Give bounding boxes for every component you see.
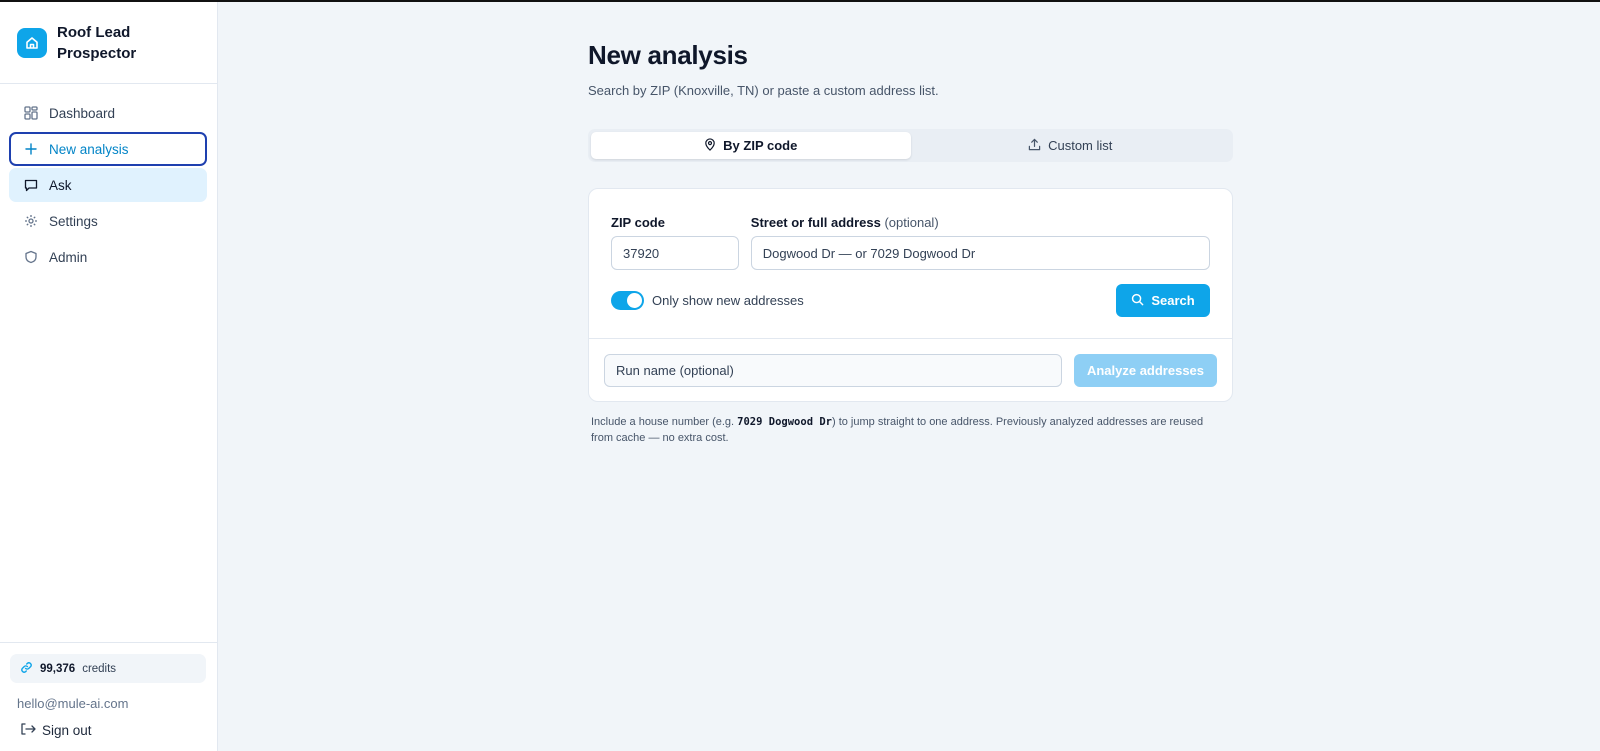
gear-icon [23,213,39,229]
search-button[interactable]: Search [1116,284,1210,317]
map-pin-icon [704,137,716,154]
sidebar-nav: Dashboard New analysis Ask Settings Admi… [0,84,217,274]
sidebar-item-admin[interactable]: Admin [9,240,207,274]
credits-label: credits [82,662,117,675]
run-row: Run name (optional) Analyze addresses [589,339,1232,401]
sidebar-item-settings[interactable]: Settings [9,204,207,238]
search-button-label: Search [1151,293,1195,308]
search-icon [1131,293,1144,309]
plus-icon [23,141,39,157]
toggle-knob [627,293,642,308]
sidebar-item-label: Settings [49,213,98,229]
address-label: Street or full address (optional) [751,215,1210,230]
sidebar-item-new-analysis[interactable]: New analysis [9,132,207,166]
page-title: New analysis [588,40,748,70]
zip-input[interactable]: 37920 [611,236,739,270]
address-input[interactable]: Dogwood Dr — or 7029 Dogwood Dr [750,236,1210,270]
search-form: ZIP code 37920 Street or full address (o… [589,189,1232,339]
help-text: Include a house number (e.g. 7029 Dogwoo… [588,414,1208,446]
sidebar-footer: 99,376 credits hello@mule-ai.com Sign ou… [0,642,217,751]
address-label-text: Street or full address [750,215,881,230]
sidebar-item-label: New analysis [49,141,129,157]
mode-tabs: By ZIP code Custom list [588,129,1233,162]
grid-icon [23,105,39,121]
brand[interactable]: Roof Lead Prospector [0,2,217,84]
zip-label: ZIP code [611,215,665,230]
help-code-example: 7029 Dogwood Dr [737,416,832,428]
tab-custom-list[interactable]: Custom list [911,132,1231,159]
help-before: Include a house number (e.g. [591,416,738,428]
main-content: New analysis Search by ZIP (Knoxville, T… [588,2,1233,446]
sidebar-item-label: Ask [49,177,72,193]
address-optional: (optional) [884,215,939,230]
link-icon [20,661,33,677]
upload-icon [1028,138,1041,154]
credits-value: 99,376 [40,662,76,675]
home-icon [17,27,47,58]
chat-icon [23,177,39,193]
run-name-input[interactable]: Run name (optional) [604,354,1062,387]
shield-icon [23,249,39,265]
sidebar-item-label: Dashboard [49,105,116,121]
sidebar-item-ask[interactable]: Ask [9,168,207,202]
tab-by-zip-code[interactable]: By ZIP code [591,132,911,159]
sidebar-item-dashboard[interactable]: Dashboard [9,96,207,130]
app-name: Roof Lead Prospector [57,23,137,62]
search-card: ZIP code 37920 Street or full address (o… [588,188,1233,402]
new-addresses-toggle-row: Only show new addresses [611,291,804,310]
page-subtitle: Search by ZIP (Knoxville, TN) or paste a… [588,83,939,98]
tab-label: By ZIP code [723,138,798,153]
sidebar-item-label: Admin [49,249,88,265]
new-addresses-toggle[interactable] [611,291,644,310]
toggle-label: Only show new addresses [652,293,804,308]
sign-out-icon [20,722,36,739]
credits-badge: 99,376 credits [10,654,206,683]
sign-out-button[interactable]: Sign out [10,711,206,739]
sidebar: Roof Lead Prospector Dashboard New analy… [0,2,218,751]
tab-label: Custom list [1048,138,1113,153]
sign-out-label: Sign out [42,723,92,738]
analyze-addresses-button[interactable]: Analyze addresses [1074,354,1217,387]
user-email: hello@mule-ai.com [17,696,129,711]
